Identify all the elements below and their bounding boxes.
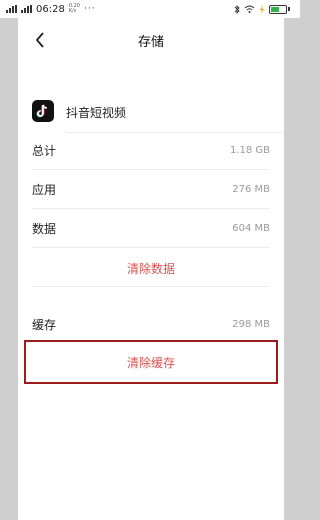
signal-icon-2 (21, 5, 32, 13)
page-title: 存储 (137, 34, 164, 50)
clear-cache-highlight-box (24, 340, 278, 384)
total-label: 总计 (32, 143, 57, 158)
clear-data-button[interactable]: 清除数据 (18, 248, 284, 288)
bluetooth-icon (234, 4, 240, 14)
battery-icon (269, 4, 287, 14)
wifi-icon (244, 5, 255, 13)
storage-row-apps: 应用 276 MB (32, 170, 270, 208)
cache-value: 298 MB (232, 318, 270, 330)
storage-panel: 存储 抖音短视频 总计 1.18 GB 应用 276 MB 数据 604 MB … (18, 18, 284, 520)
battery-tip (288, 7, 290, 11)
app-name: 抖音短视频 (66, 106, 127, 120)
row-divider (32, 286, 270, 287)
charging-icon (260, 4, 264, 14)
data-label: 数据 (32, 221, 57, 236)
tiktok-app-icon (32, 100, 54, 122)
status-bar: 06:28 0.20 K/s ··· (0, 0, 300, 18)
tiktok-note-icon (36, 104, 48, 118)
total-value: 1.18 GB (229, 144, 270, 156)
data-value: 604 MB (232, 222, 270, 234)
status-time: 06:28 (36, 3, 65, 15)
storage-row-data: 数据 604 MB (32, 209, 270, 247)
status-left: 06:28 0.20 K/s ··· (6, 4, 96, 15)
cache-label: 缓存 (32, 317, 57, 332)
storage-row-cache: 缓存 298 MB (32, 305, 270, 343)
back-button[interactable] (28, 28, 52, 52)
more-notifications-icon: ··· (83, 4, 96, 14)
apps-label: 应用 (32, 182, 57, 197)
nav-bar: 存储 (18, 18, 284, 62)
chevron-left-icon (35, 32, 44, 48)
network-speed: 0.20 K/s (69, 4, 80, 14)
network-speed-unit: K/s (68, 8, 77, 14)
apps-value: 276 MB (232, 183, 270, 195)
signal-icon (6, 5, 17, 13)
storage-row-total: 总计 1.18 GB (32, 131, 270, 169)
status-right (234, 4, 290, 14)
